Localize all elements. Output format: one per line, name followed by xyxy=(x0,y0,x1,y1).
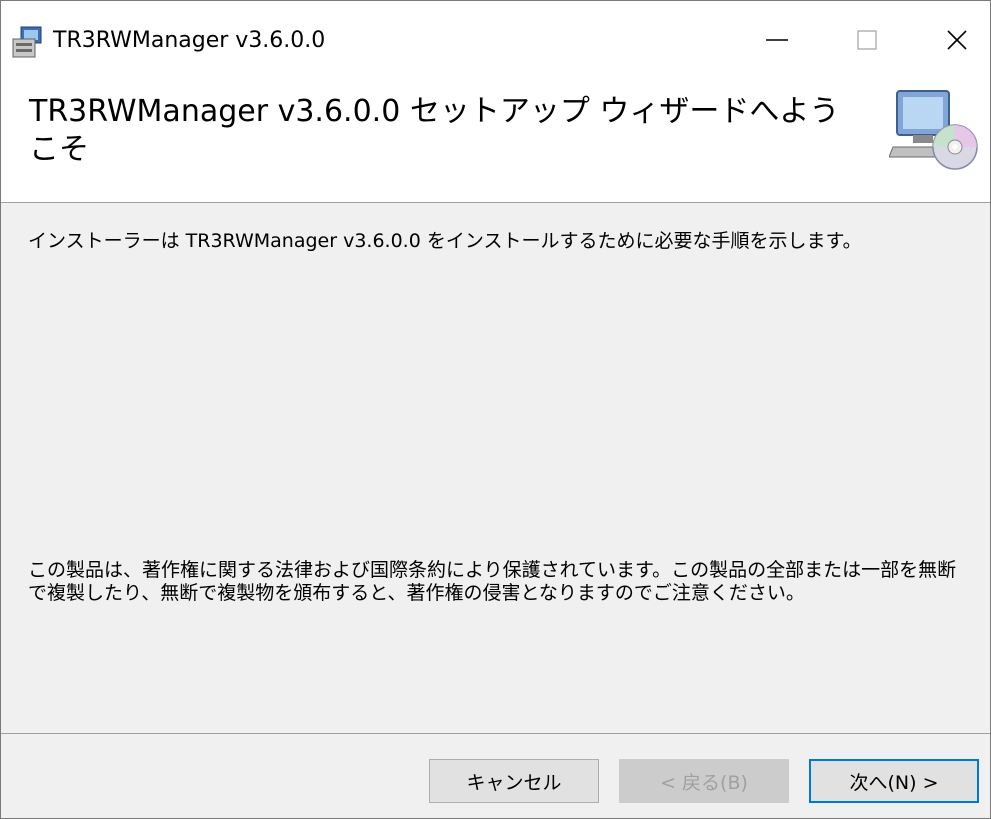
next-button[interactable]: 次へ(N) > xyxy=(809,759,979,803)
minimize-button[interactable] xyxy=(747,15,807,65)
window-title: TR3RWManager v3.6.0.0 xyxy=(53,28,326,53)
copyright-notice: この製品は、著作権に関する法律および国際条約により保護されています。この製品の全… xyxy=(28,559,957,604)
installer-app-icon xyxy=(11,25,45,59)
back-button[interactable]: < 戻る(B) xyxy=(619,759,789,803)
cancel-button[interactable]: キャンセル xyxy=(429,759,599,803)
close-icon xyxy=(947,30,967,50)
maximize-button[interactable] xyxy=(837,15,897,65)
installer-window: TR3RWManager v3.6.0.0 TR3RWManager v3.6.… xyxy=(0,0,991,819)
wizard-heading: TR3RWManager v3.6.0.0 セットアップ ウィザードへようこそ xyxy=(29,94,840,167)
wizard-header: TR3RWManager v3.6.0.0 セットアップ ウィザードへようこそ xyxy=(1,73,990,203)
minimize-icon xyxy=(766,39,788,41)
maximize-icon xyxy=(857,30,877,50)
close-button[interactable] xyxy=(927,15,987,65)
footer-divider xyxy=(1,733,990,734)
intro-text: インストーラーは TR3RWManager v3.6.0.0 をインストールする… xyxy=(28,230,862,252)
title-bar[interactable]: TR3RWManager v3.6.0.0 xyxy=(1,1,990,73)
computer-cd-icon xyxy=(888,85,979,175)
